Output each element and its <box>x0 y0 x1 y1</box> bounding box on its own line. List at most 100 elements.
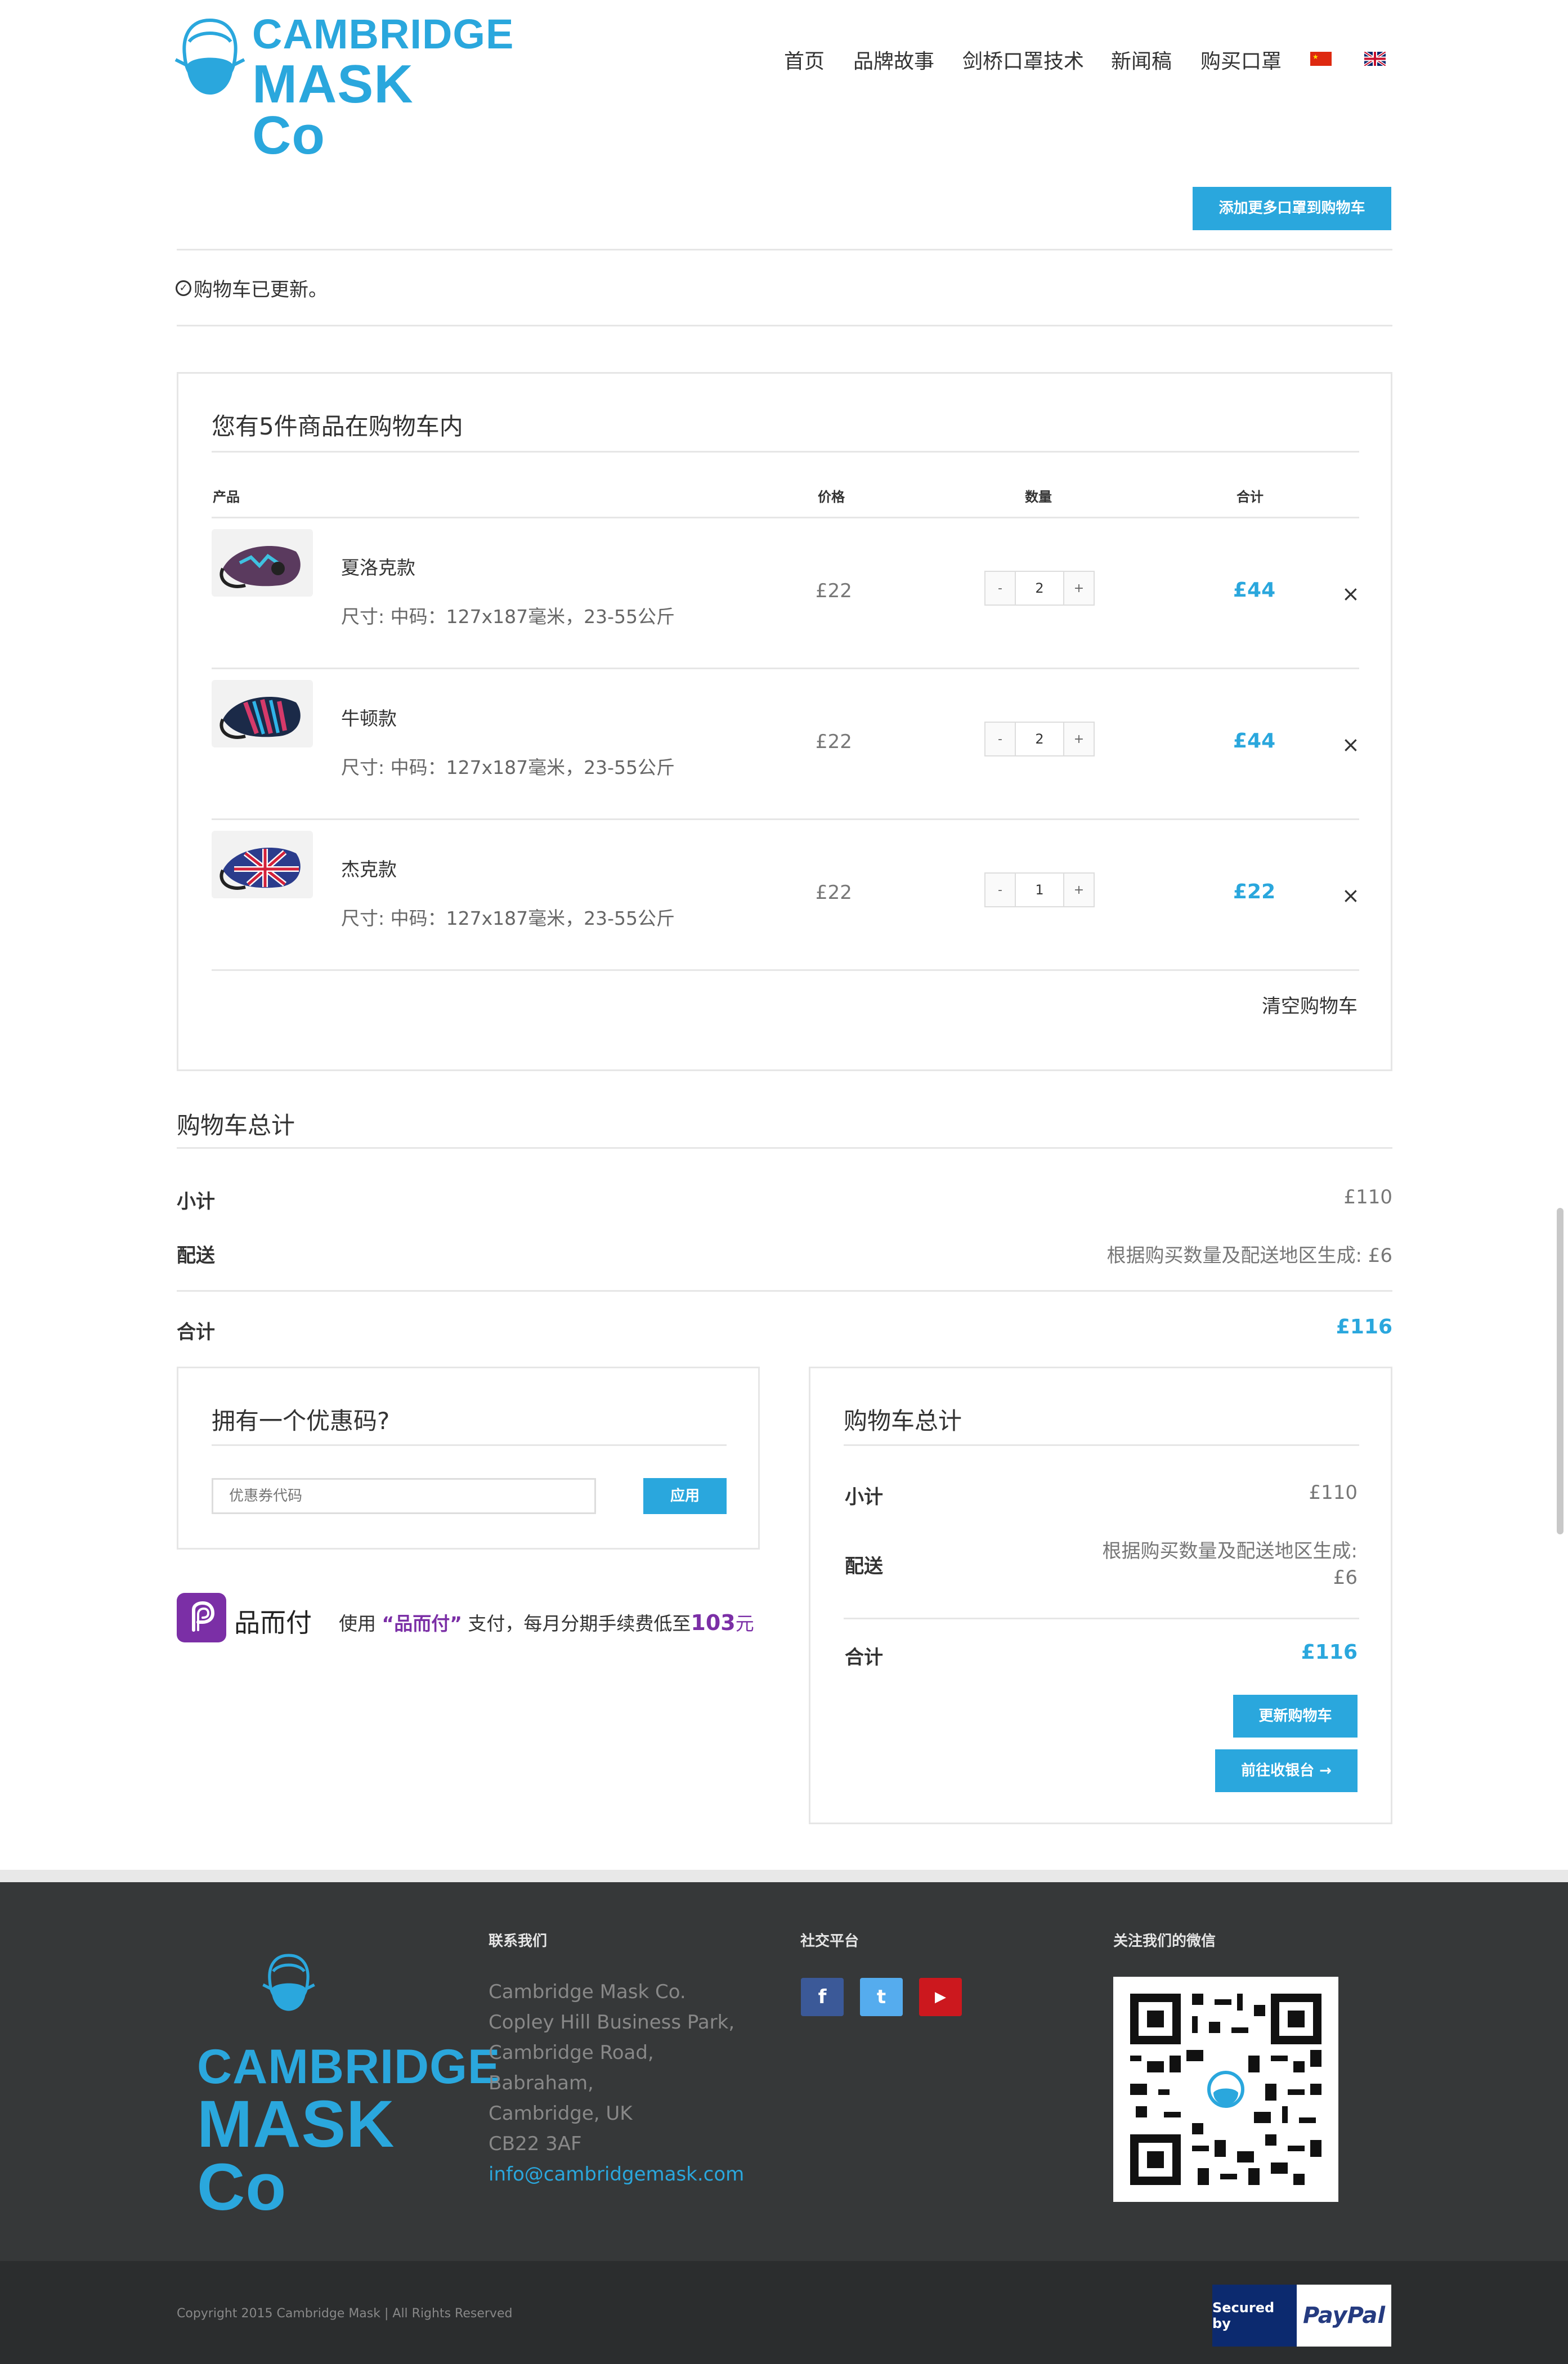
logo-line-2: MASK Co <box>252 54 414 166</box>
cart-totals-box-heading: 购物车总计 <box>844 1407 962 1435</box>
nav-press[interactable]: 新闻稿 <box>1111 45 1172 74</box>
address-line: Copley Hill Business Park, <box>489 2011 735 2034</box>
cart-totals-box: 购物车总计 小计 £110 配送 根据购买数量及配送地区生成: £6 合计 £1… <box>809 1367 1392 1824</box>
subtotal-label: 小计 <box>845 1486 883 1508</box>
nav-brand-story[interactable]: 品牌故事 <box>853 45 934 74</box>
apply-coupon-button[interactable]: 应用 <box>643 1478 727 1514</box>
site-footer: CAMBRIDGE MASK Co 联系我们 Cambridge Mask Co… <box>0 1882 1568 2261</box>
remove-item-icon[interactable]: × <box>1342 883 1360 908</box>
wechat-heading: 关注我们的微信 <box>1113 1933 1216 1950</box>
product-name[interactable]: 夏洛克款 <box>341 553 415 580</box>
remove-item-icon[interactable]: × <box>1342 581 1360 606</box>
quantity-stepper: - 2 + <box>984 571 1095 606</box>
facebook-icon[interactable]: f <box>801 1978 844 2016</box>
footer-separator <box>0 1870 1568 1882</box>
line-total: £22 <box>1233 880 1276 903</box>
qty-increase-button[interactable]: + <box>1063 722 1095 756</box>
divider <box>844 1618 1359 1619</box>
china-flag-icon[interactable]: ★ <box>1310 52 1332 66</box>
qty-increase-button[interactable]: + <box>1063 872 1095 907</box>
product-name[interactable]: 杰克款 <box>341 854 397 881</box>
subtotal-value: £110 <box>1343 1186 1392 1208</box>
subtotal-value: £110 <box>1309 1481 1358 1504</box>
nav-home[interactable]: 首页 <box>784 45 825 74</box>
total-value: £116 <box>1336 1315 1392 1338</box>
coupon-code-input[interactable] <box>212 1478 596 1514</box>
uk-flag-icon[interactable] <box>1364 52 1386 66</box>
logo[interactable]: CAMBRIDGE MASK Co <box>174 13 513 163</box>
subtotal-label: 小计 <box>177 1190 215 1213</box>
address-line: CB22 3AF <box>489 2133 582 2155</box>
column-product: 产品 <box>213 489 240 505</box>
product-thumbnail[interactable] <box>212 529 313 597</box>
cart-heading: 您有5件商品在购物车内 <box>212 413 463 440</box>
cart-totals-heading: 购物车总计 <box>177 1112 295 1139</box>
column-total: 合计 <box>1237 489 1264 505</box>
paypal-secured-badge: Secured by PayPal <box>1212 2285 1391 2347</box>
remove-item-icon[interactable]: × <box>1342 732 1360 757</box>
address-line: Cambridge Road, <box>489 2041 654 2064</box>
product-price: £22 <box>816 580 852 602</box>
footer-bottom-bar: Copyright 2015 Cambridge Mask | All Righ… <box>0 2261 1568 2364</box>
product-size: 尺寸: 中码：127x187毫米，23-55公斤 <box>341 907 675 929</box>
coupon-box: 拥有一个优惠码? 应用 <box>177 1367 760 1550</box>
divider <box>177 325 1392 326</box>
product-thumbnail[interactable] <box>212 680 313 747</box>
wechat-qr-code[interactable] <box>1113 1977 1338 2202</box>
shipping-label: 配送 <box>177 1244 215 1267</box>
social-heading: 社交平台 <box>800 1933 859 1950</box>
product-thumbnail[interactable] <box>212 831 313 898</box>
add-more-masks-button[interactable]: 添加更多口罩到购物车 <box>1193 187 1391 230</box>
twitter-icon[interactable]: t <box>860 1978 903 2016</box>
qty-decrease-button[interactable]: - <box>984 571 1016 606</box>
nav-technology[interactable]: 剑桥口罩技术 <box>962 45 1084 74</box>
update-cart-button[interactable]: 更新购物车 <box>1233 1695 1358 1738</box>
mask-face-icon <box>262 1954 315 2011</box>
cart-updated-notice: ✓ 购物车已更新。 <box>176 274 328 302</box>
product-name[interactable]: 牛顿款 <box>341 704 397 731</box>
proceed-to-checkout-button[interactable]: 前往收银台 → <box>1215 1749 1358 1792</box>
qty-decrease-button[interactable]: - <box>984 722 1016 756</box>
mask-face-icon <box>174 18 245 95</box>
shipping-value-line-1: 根据购买数量及配送地区生成: <box>1102 1540 1358 1562</box>
qty-input[interactable]: 2 <box>1016 722 1063 756</box>
divider <box>212 517 1359 518</box>
footer-logo-line-2: MASK Co <box>197 2087 395 2225</box>
nav-buy-masks[interactable]: 购买口罩 <box>1200 45 1282 74</box>
address-line: Cambridge Mask Co. <box>489 1981 686 2003</box>
total-value: £116 <box>1301 1641 1358 1664</box>
contact-email-link[interactable]: info@cambridgemask.com <box>489 2159 744 2190</box>
qty-input[interactable]: 2 <box>1016 571 1063 606</box>
product-price: £22 <box>816 881 852 904</box>
footer-logo[interactable]: CAMBRIDGE MASK Co <box>197 1952 500 2220</box>
pinerfu-text-brand: “品而付” <box>382 1613 462 1635</box>
product-size: 尺寸: 中码：127x187毫米，23-55公斤 <box>341 756 675 778</box>
divider <box>844 1444 1359 1446</box>
copyright-text: Copyright 2015 Cambridge Mask | All Righ… <box>177 2307 513 2321</box>
quantity-stepper: - 1 + <box>984 872 1095 907</box>
product-size: 尺寸: 中码：127x187毫米，23-55公斤 <box>341 606 675 628</box>
qty-decrease-button[interactable]: - <box>984 872 1016 907</box>
shipping-value: 根据购买数量及配送地区生成: £6 <box>1106 1244 1392 1267</box>
mask-product-image <box>219 848 301 890</box>
check-circle-icon: ✓ <box>176 280 191 296</box>
qty-input[interactable]: 1 <box>1016 872 1063 907</box>
page-scrollbar[interactable] <box>1557 1208 1563 1534</box>
divider <box>212 1444 727 1446</box>
footer-logo-line-1: CAMBRIDGE <box>197 2040 501 2094</box>
address-line: Babraham, <box>489 2072 594 2094</box>
pinerfu-unit: 元 <box>735 1613 754 1635</box>
total-label: 合计 <box>177 1321 215 1344</box>
divider <box>212 818 1359 820</box>
total-label: 合计 <box>845 1646 883 1669</box>
cart-updated-text: 购物车已更新。 <box>194 279 328 301</box>
qty-increase-button[interactable]: + <box>1063 571 1095 606</box>
empty-cart-link[interactable]: 清空购物车 <box>1262 991 1358 1018</box>
product-price: £22 <box>816 731 852 753</box>
youtube-icon[interactable]: ▶ <box>919 1978 962 2016</box>
paypal-secured-text: Secured by <box>1212 2285 1297 2347</box>
column-price: 价格 <box>818 489 845 505</box>
pinerfu-text-prefix: 使用 <box>339 1613 376 1635</box>
pinerfu-text: 使用 “品而付” 支付，每月分期手续费低至103元 <box>339 1609 754 1636</box>
divider <box>212 969 1359 971</box>
